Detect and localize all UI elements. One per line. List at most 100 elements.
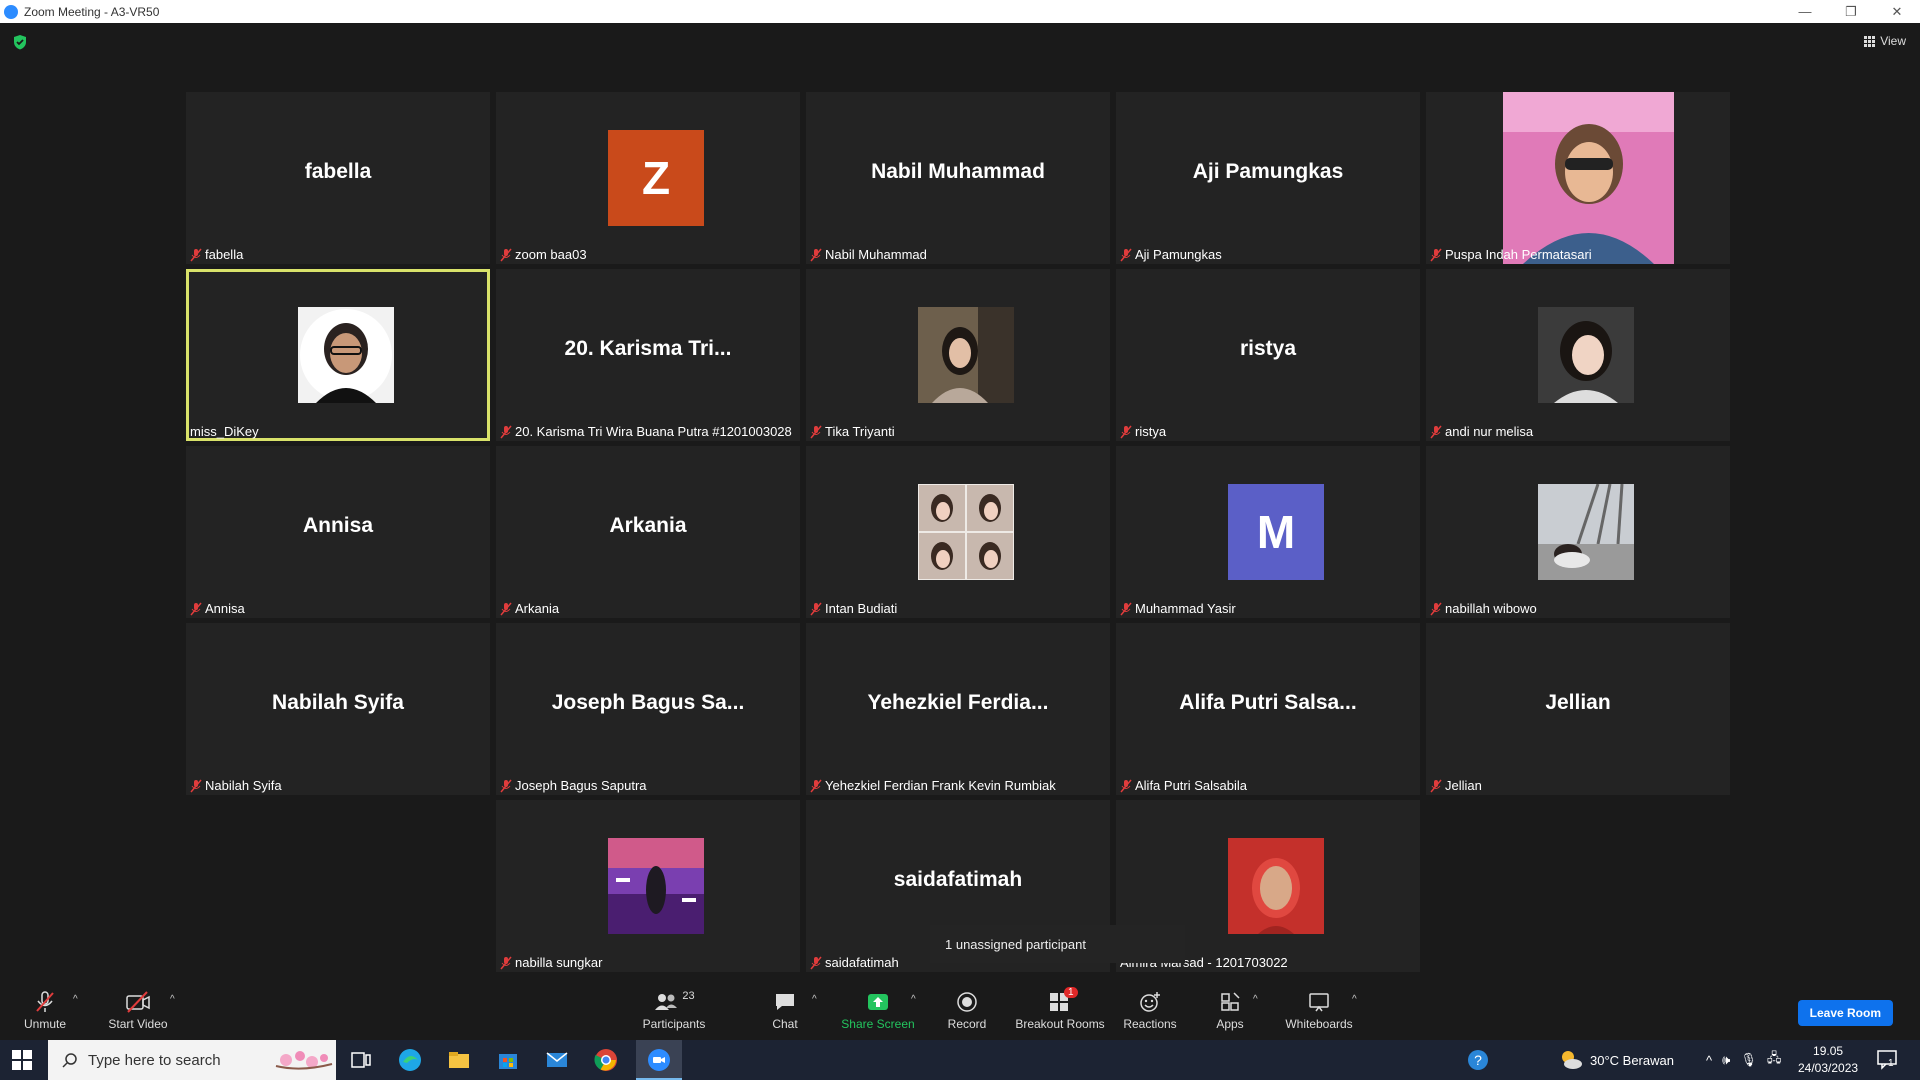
chrome-icon[interactable] <box>593 1047 619 1073</box>
participant-display-name: Aji Pamungkas <box>1192 160 1344 183</box>
help-icon[interactable]: ? <box>1465 1047 1491 1073</box>
start-video-button[interactable]: Start Video <box>106 990 170 1031</box>
weather-text[interactable]: 30°C Berawan <box>1590 1040 1674 1080</box>
reactions-button[interactable]: Reactions <box>1122 990 1178 1031</box>
participant-label: fabella <box>190 247 243 262</box>
apps-options-caret-icon[interactable]: ^ <box>1253 994 1258 1005</box>
participant-tile[interactable]: Puspa Indah Permatasari <box>1426 92 1730 264</box>
volume-icon[interactable]: 🕪 <box>1722 1052 1730 1068</box>
taskbar-clock[interactable]: 19.05 24/03/2023 <box>1798 1043 1858 1077</box>
breakout-rooms-label: Breakout Rooms <box>1015 1017 1105 1031</box>
apps-button[interactable]: Apps <box>1210 990 1250 1031</box>
encryption-shield-icon[interactable] <box>12 34 28 50</box>
zoom-taskbar-button[interactable] <box>636 1040 682 1080</box>
edge-browser-icon[interactable] <box>397 1047 423 1073</box>
participant-tile[interactable]: Intan Budiati <box>806 446 1110 618</box>
participant-tile[interactable]: Nabilah Syifa Nabilah Syifa <box>186 623 490 795</box>
audio-options-caret-icon[interactable]: ^ <box>73 994 78 1005</box>
participant-tile[interactable]: nabilla sungkar <box>496 800 800 972</box>
participant-label: Nabilah Syifa <box>190 778 282 793</box>
participant-tile[interactable]: Z zoom baa03 <box>496 92 800 264</box>
video-options-caret-icon[interactable]: ^ <box>170 994 175 1005</box>
microphone-icon[interactable]: 🎙 <box>1740 1052 1757 1068</box>
participant-tile[interactable]: Alifa Putri Salsa... Alifa Putri Salsabi… <box>1116 623 1420 795</box>
muted-mic-icon <box>500 425 512 438</box>
breakout-badge: 1 <box>1064 987 1078 998</box>
weather-cloud-icon[interactable] <box>1558 1047 1584 1073</box>
participant-photo <box>608 838 704 934</box>
participant-label: Alifa Putri Salsabila <box>1120 778 1247 793</box>
restore-button[interactable]: ❐ <box>1828 4 1874 20</box>
chat-options-caret-icon[interactable]: ^ <box>812 994 817 1005</box>
participant-tile[interactable]: M Muhammad Yasir <box>1116 446 1420 618</box>
participant-photo <box>1228 838 1324 934</box>
record-icon <box>957 992 977 1012</box>
participant-photo <box>1538 484 1634 580</box>
participant-tile[interactable]: ristya ristya <box>1116 269 1420 441</box>
avatar-letter: M <box>1228 484 1324 580</box>
participant-tile[interactable]: Aji Pamungkas Aji Pamungkas <box>1116 92 1420 264</box>
muted-mic-icon <box>1430 779 1442 792</box>
participant-tile[interactable]: 20. Karisma Tri... 20. Karisma Tri Wira … <box>496 269 800 441</box>
mail-icon[interactable] <box>544 1047 570 1073</box>
unassigned-participant-tooltip[interactable]: 1 unassigned participant <box>930 925 1185 963</box>
participant-name: Joseph Bagus Saputra <box>515 778 647 793</box>
avatar-letter: Z <box>608 130 704 226</box>
muted-mic-icon <box>36 991 54 1012</box>
notification-count: 1 <box>1888 1058 1894 1069</box>
muted-mic-icon <box>1120 425 1132 438</box>
participant-name: nabillah wibowo <box>1445 601 1537 616</box>
notifications-button[interactable]: 1 <box>1876 1048 1900 1072</box>
participant-display-name: Nabilah Syifa <box>272 691 404 714</box>
participant-tile[interactable]: nabillah wibowo <box>1426 446 1730 618</box>
participant-tile-active-speaker[interactable]: miss_DiKey <box>186 269 490 441</box>
record-button[interactable]: Record <box>942 990 992 1031</box>
participant-name: ristya <box>1135 424 1167 439</box>
whiteboards-options-caret-icon[interactable]: ^ <box>1352 994 1357 1005</box>
window-title: Zoom Meeting - A3-VR50 <box>24 4 160 19</box>
leave-room-button[interactable]: Leave Room <box>1797 1000 1893 1026</box>
participant-tile[interactable]: andi nur melisa <box>1426 269 1730 441</box>
participant-tile[interactable]: fabella fabella <box>186 92 490 264</box>
view-button[interactable]: View <box>1864 34 1906 48</box>
file-explorer-icon[interactable] <box>446 1047 472 1073</box>
muted-mic-icon <box>190 779 202 792</box>
breakout-rooms-button[interactable]: 1 Breakout Rooms <box>1012 987 1108 1031</box>
apps-icon <box>1221 992 1240 1011</box>
participant-name: Alifa Putri Salsabila <box>1135 778 1247 793</box>
muted-mic-icon <box>1430 248 1442 261</box>
participants-icon <box>655 994 678 1010</box>
chevron-up-icon[interactable]: ^ <box>1706 1053 1712 1068</box>
taskbar-search-box[interactable]: Type here to search <box>48 1040 336 1080</box>
network-icon[interactable]: 🖧 <box>1767 1049 1782 1071</box>
participant-tile[interactable]: Joseph Bagus Sa... Joseph Bagus Saputra <box>496 623 800 795</box>
share-screen-button[interactable]: Share Screen <box>840 990 916 1031</box>
participant-tile[interactable]: Yehezkiel Ferdia... Yehezkiel Ferdian Fr… <box>806 623 1110 795</box>
whiteboards-button[interactable]: Whiteboards <box>1282 990 1356 1031</box>
minimize-button[interactable]: — <box>1782 4 1828 20</box>
participant-name: 20. Karisma Tri Wira Buana Putra #120100… <box>515 424 792 439</box>
video-off-icon <box>126 991 150 1013</box>
chat-button[interactable]: Chat <box>765 990 805 1031</box>
windows-start-icon[interactable] <box>12 1050 32 1070</box>
close-button[interactable]: ✕ <box>1874 4 1920 20</box>
task-view-icon[interactable] <box>348 1047 374 1073</box>
participant-label: saidafatimah <box>810 955 899 970</box>
muted-mic-icon <box>1120 248 1132 261</box>
participant-tile[interactable]: Annisa Annisa <box>186 446 490 618</box>
participant-tile[interactable]: Tika Triyanti <box>806 269 1110 441</box>
participant-tile[interactable]: Arkania Arkania <box>496 446 800 618</box>
muted-mic-icon <box>810 425 822 438</box>
unmute-button[interactable]: Unmute <box>22 990 68 1031</box>
participant-label: Arkania <box>500 601 559 616</box>
participant-name: Annisa <box>205 601 245 616</box>
participants-button[interactable]: 23 Participants <box>638 990 710 1031</box>
participant-name: Nabil Muhammad <box>825 247 927 262</box>
chat-label: Chat <box>772 1017 798 1031</box>
participant-tile[interactable]: Jellian Jellian <box>1426 623 1730 795</box>
participant-label: 20. Karisma Tri Wira Buana Putra #120100… <box>500 424 792 439</box>
participant-tile[interactable]: Nabil Muhammad Nabil Muhammad <box>806 92 1110 264</box>
participant-name: Yehezkiel Ferdian Frank Kevin Rumbiak <box>825 778 1056 793</box>
store-icon[interactable] <box>495 1047 521 1073</box>
share-options-caret-icon[interactable]: ^ <box>911 994 916 1005</box>
